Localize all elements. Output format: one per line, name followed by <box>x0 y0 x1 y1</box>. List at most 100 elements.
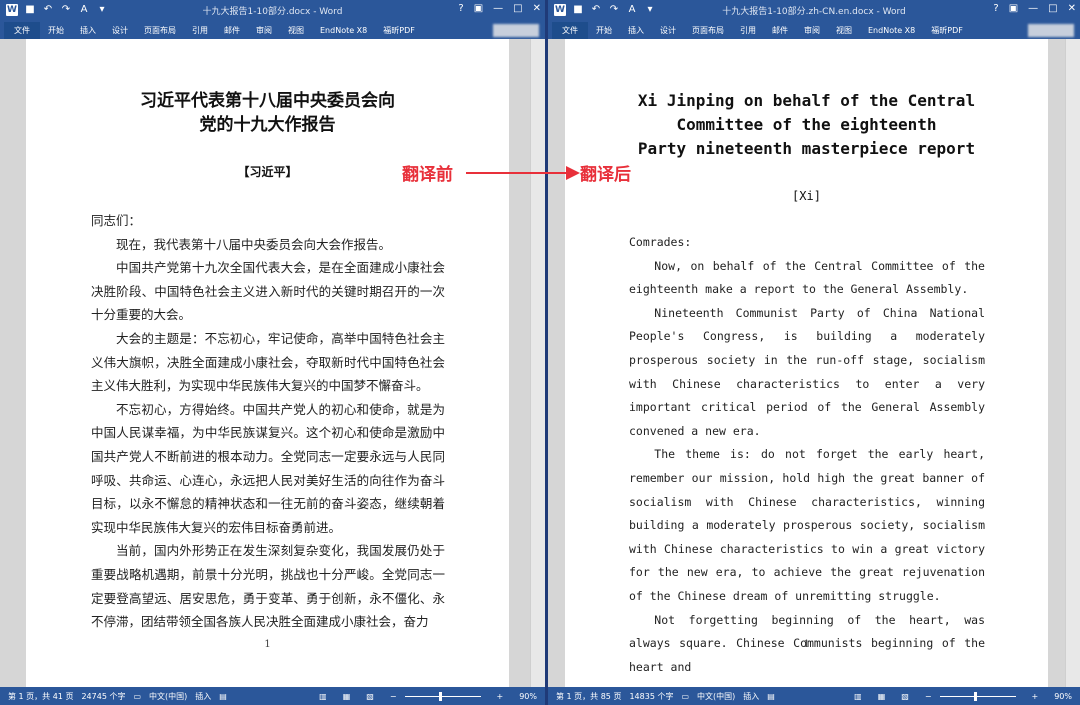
tab-file[interactable]: 文件 <box>552 22 588 39</box>
ribbon-tabs: 文件 开始 插入 设计 页面布局 引用 邮件 审阅 视图 EndNote X8 … <box>0 22 545 39</box>
tab-review[interactable]: 审阅 <box>248 25 280 36</box>
proofing-icon[interactable]: ▭ <box>133 692 141 701</box>
close-icon[interactable]: ✕ <box>533 3 541 14</box>
paragraph: 当前，国内外形势正在发生深刻复杂变化，我国发展仍处于重要战略机遇期，前景十分光明… <box>91 543 445 630</box>
macro-icon[interactable]: ▤ <box>767 692 775 701</box>
status-page[interactable]: 第 1 页，共 85 页 <box>556 691 621 702</box>
window-controls: ? ▣ — □ ✕ <box>458 3 541 14</box>
doc-author: [Xi] <box>792 189 821 203</box>
document-area: Xi Jinping on behalf of the Central Comm… <box>548 39 1080 687</box>
tab-mailings[interactable]: 邮件 <box>764 25 796 36</box>
status-language[interactable]: 中文(中国) <box>149 691 187 702</box>
tab-layout[interactable]: 页面布局 <box>684 25 732 36</box>
doc-title-line1: 习近平代表第十八届中央委员会向 <box>140 91 395 111</box>
zoom-in-icon[interactable]: + <box>497 692 504 701</box>
status-bar: 第 1 页，共 85 页 14835 个字 ▭ 中文(中国) 插入 ▤ ▥ ▦ … <box>548 687 1080 705</box>
tab-file[interactable]: 文件 <box>4 22 40 39</box>
zoom-level[interactable]: 90% <box>519 692 537 701</box>
tab-home[interactable]: 开始 <box>40 25 72 36</box>
vertical-scrollbar[interactable] <box>530 39 545 687</box>
status-word-count[interactable]: 24745 个字 <box>81 691 125 702</box>
ribbon-tabs: 文件 开始 插入 设计 页面布局 引用 邮件 审阅 视图 EndNote X8 … <box>548 22 1080 39</box>
print-layout-icon[interactable]: ▦ <box>343 692 351 701</box>
tab-mailings[interactable]: 邮件 <box>216 25 248 36</box>
word-window-original: W ■ ↶ ↷ A ▾ 十九大报告1-10部分.docx - Word ? ▣ … <box>0 0 545 705</box>
tab-view[interactable]: 视图 <box>828 25 860 36</box>
doc-title-line2: Committee of the eighteenth <box>676 115 937 134</box>
read-mode-icon[interactable]: ▥ <box>319 692 327 701</box>
proofing-icon[interactable]: ▭ <box>681 692 689 701</box>
paragraph: 现在，我代表第十八届中央委员会向大会作报告。 <box>116 236 392 252</box>
status-page[interactable]: 第 1 页，共 41 页 <box>8 691 73 702</box>
arrow-right-icon <box>566 166 580 180</box>
doc-title-line1: Xi Jinping on behalf of the Central <box>637 91 976 110</box>
page-number: 1 <box>803 639 810 650</box>
ribbon-display-icon[interactable]: ▣ <box>474 3 483 14</box>
close-icon[interactable]: ✕ <box>1068 3 1076 14</box>
web-layout-icon[interactable]: ▧ <box>366 692 374 701</box>
tab-foxit-pdf[interactable]: 福昕PDF <box>923 25 971 36</box>
tab-insert[interactable]: 插入 <box>72 25 104 36</box>
paragraph: Comrades: <box>629 235 692 249</box>
tab-references[interactable]: 引用 <box>732 25 764 36</box>
zoom-level[interactable]: 90% <box>1054 692 1072 701</box>
read-mode-icon[interactable]: ▥ <box>854 692 862 701</box>
zoom-in-icon[interactable]: + <box>1032 692 1039 701</box>
paragraph: Now, on behalf of the Central Committee … <box>629 258 985 297</box>
doc-body: Comrades: Now, on behalf of the Central … <box>629 231 985 679</box>
doc-title: Xi Jinping on behalf of the Central Comm… <box>565 89 1048 161</box>
document-area: 习近平代表第十八届中央委员会向 党的十九大作报告 【习近平】 同志们： 现在，我… <box>0 39 545 687</box>
web-layout-icon[interactable]: ▧ <box>901 692 909 701</box>
zoom-out-icon[interactable]: − <box>925 692 932 701</box>
view-zoom-controls: ▥ ▦ ▧ − + 90% <box>846 687 1072 705</box>
status-insert-mode[interactable]: 插入 <box>195 691 211 702</box>
status-language[interactable]: 中文(中国) <box>697 691 735 702</box>
annotation-after: 翻译后 <box>580 165 631 185</box>
tab-insert[interactable]: 插入 <box>620 25 652 36</box>
doc-title-line2: 党的十九大作报告 <box>199 115 336 135</box>
tab-endnote[interactable]: EndNote X8 <box>860 26 923 35</box>
paragraph: 同志们： <box>91 213 142 228</box>
doc-body: 同志们： 现在，我代表第十八届中央委员会向大会作报告。 中国共产党第十九次全国代… <box>91 209 445 634</box>
zoom-slider-knob[interactable] <box>973 691 977 701</box>
annotation-arrow-line <box>466 172 570 174</box>
print-layout-icon[interactable]: ▦ <box>878 692 886 701</box>
minimize-icon[interactable]: — <box>1028 3 1038 14</box>
user-account-area[interactable] <box>1028 24 1074 37</box>
paragraph: Nineteenth Communist Party of China Nati… <box>629 305 985 438</box>
zoom-slider[interactable] <box>939 691 1016 701</box>
help-icon[interactable]: ? <box>458 3 463 14</box>
paragraph: 大会的主题是：不忘初心，牢记使命，高举中国特色社会主义伟大旗帜，决胜全面建成小康… <box>91 330 445 394</box>
document-page[interactable]: 习近平代表第十八届中央委员会向 党的十九大作报告 【习近平】 同志们： 现在，我… <box>26 39 509 687</box>
word-window-translated: W ■ ↶ ↷ A ▾ 十九大报告1-10部分.zh-CN.en.docx - … <box>548 0 1080 705</box>
user-account-area[interactable] <box>493 24 539 37</box>
zoom-out-icon[interactable]: − <box>390 692 397 701</box>
zoom-slider[interactable] <box>404 691 481 701</box>
document-page[interactable]: Xi Jinping on behalf of the Central Comm… <box>565 39 1048 687</box>
doc-title-line3: Party nineteenth masterpiece report <box>637 139 976 158</box>
help-icon[interactable]: ? <box>993 3 998 14</box>
status-word-count[interactable]: 14835 个字 <box>629 691 673 702</box>
tab-review[interactable]: 审阅 <box>796 25 828 36</box>
title-bar: W ■ ↶ ↷ A ▾ 十九大报告1-10部分.docx - Word ? ▣ … <box>0 0 545 22</box>
annotation-before: 翻译前 <box>402 165 453 185</box>
maximize-icon[interactable]: □ <box>1048 3 1057 14</box>
window-controls: ? ▣ — □ ✕ <box>993 3 1076 14</box>
tab-design[interactable]: 设计 <box>104 25 136 36</box>
tab-view[interactable]: 视图 <box>280 25 312 36</box>
minimize-icon[interactable]: — <box>493 3 503 14</box>
zoom-slider-knob[interactable] <box>438 691 442 701</box>
tab-layout[interactable]: 页面布局 <box>136 25 184 36</box>
status-bar: 第 1 页，共 41 页 24745 个字 ▭ 中文(中国) 插入 ▤ ▥ ▦ … <box>0 687 545 705</box>
macro-icon[interactable]: ▤ <box>219 692 227 701</box>
tab-foxit-pdf[interactable]: 福昕PDF <box>375 25 423 36</box>
vertical-scrollbar[interactable] <box>1065 39 1080 687</box>
view-zoom-controls: ▥ ▦ ▧ − + 90% <box>311 687 537 705</box>
ribbon-display-icon[interactable]: ▣ <box>1009 3 1018 14</box>
maximize-icon[interactable]: □ <box>513 3 522 14</box>
tab-design[interactable]: 设计 <box>652 25 684 36</box>
tab-references[interactable]: 引用 <box>184 25 216 36</box>
tab-home[interactable]: 开始 <box>588 25 620 36</box>
status-insert-mode[interactable]: 插入 <box>743 691 759 702</box>
tab-endnote[interactable]: EndNote X8 <box>312 26 375 35</box>
